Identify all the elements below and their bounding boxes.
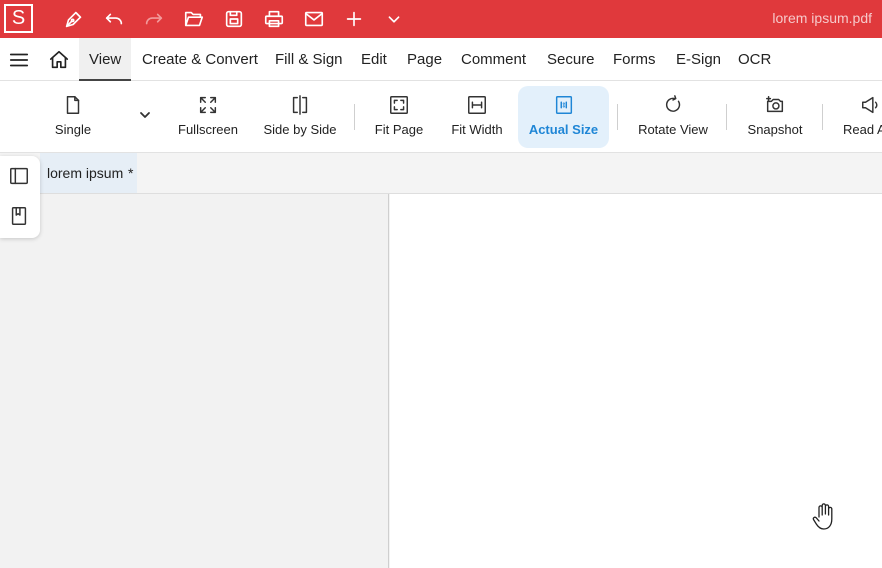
fullscreen-icon	[197, 94, 219, 116]
ribbon-separator	[617, 104, 618, 130]
open-folder-icon[interactable]	[181, 6, 207, 32]
read-aloud-button[interactable]: Read A	[838, 86, 882, 148]
rotate-icon	[662, 94, 684, 116]
menu-secure[interactable]: Secure	[547, 38, 595, 81]
mail-icon[interactable]	[301, 6, 327, 32]
document-tab[interactable]: lorem ipsum *	[40, 153, 137, 193]
menu-fill-sign[interactable]: Fill & Sign	[275, 38, 343, 81]
document-tab-label: lorem ipsum	[47, 165, 124, 181]
document-title: lorem ipsum.pdf	[772, 10, 872, 26]
title-bar: S lorem ipsum.pdf	[0, 0, 882, 38]
hamburger-menu-icon[interactable]	[8, 49, 30, 71]
ribbon-separator	[726, 104, 727, 130]
document-tab-strip: lorem ipsum *	[0, 153, 882, 194]
bookmark-icon[interactable]	[8, 205, 30, 227]
single-page-button[interactable]: Single	[44, 86, 102, 148]
plus-icon[interactable]	[341, 6, 367, 32]
side-panel-toolbar	[0, 156, 40, 238]
print-icon[interactable]	[261, 6, 287, 32]
app-logo[interactable]: S	[4, 4, 33, 33]
save-icon[interactable]	[221, 6, 247, 32]
left-navigation-pane	[0, 194, 389, 568]
fit-width-label: Fit Width	[451, 122, 503, 137]
megaphone-icon	[860, 94, 882, 116]
ribbon-separator	[822, 104, 823, 130]
menu-create-convert[interactable]: Create & Convert	[142, 38, 258, 81]
rotate-view-label: Rotate View	[638, 122, 708, 137]
side-by-side-button[interactable]: Side by Side	[262, 86, 338, 148]
snapshot-label: Snapshot	[747, 122, 803, 137]
undo-icon[interactable]	[101, 6, 127, 32]
pen-icon[interactable]	[61, 6, 87, 32]
rotate-view-button[interactable]: Rotate View	[634, 86, 712, 148]
camera-icon	[764, 94, 786, 116]
actual-size-button[interactable]: Actual Size	[518, 86, 609, 148]
snapshot-button[interactable]: Snapshot	[742, 86, 808, 148]
hand-cursor-icon	[810, 500, 840, 532]
fit-width-icon	[466, 94, 488, 116]
menu-ocr[interactable]: OCR	[738, 38, 771, 81]
document-viewer[interactable]	[390, 194, 882, 568]
redo-icon[interactable]	[141, 6, 167, 32]
fit-page-label: Fit Page	[374, 122, 424, 137]
side-by-side-label: Side by Side	[263, 122, 337, 137]
actual-size-label: Actual Size	[528, 122, 599, 137]
fullscreen-label: Fullscreen	[178, 122, 238, 137]
page-icon	[62, 94, 84, 116]
fullscreen-button[interactable]: Fullscreen	[172, 86, 244, 148]
pdf-editor-window: S lorem ipsum.pdf View Create & Convert …	[0, 0, 882, 568]
fit-page-button[interactable]: Fit Page	[368, 86, 430, 148]
menu-view[interactable]: View	[79, 38, 132, 81]
single-page-label: Single	[54, 122, 92, 137]
menu-bar: View Create & Convert Fill & Sign Edit P…	[0, 38, 882, 81]
panel-toggle-icon[interactable]	[8, 165, 30, 187]
menu-page[interactable]: Page	[407, 38, 442, 81]
read-aloud-label: Read A	[843, 122, 882, 137]
menu-e-sign[interactable]: E-Sign	[676, 38, 721, 81]
chevron-down-icon[interactable]	[381, 6, 407, 32]
menu-edit[interactable]: Edit	[361, 38, 387, 81]
actual-size-icon	[553, 94, 575, 116]
view-ribbon: Single Fullscreen Side by Side Fit Page	[0, 81, 882, 153]
side-by-side-icon	[289, 94, 311, 116]
home-icon[interactable]	[48, 49, 70, 71]
menu-forms[interactable]: Forms	[613, 38, 656, 81]
fit-page-icon	[388, 94, 410, 116]
ribbon-separator	[354, 104, 355, 130]
menu-comment[interactable]: Comment	[461, 38, 526, 81]
single-page-dropdown-icon[interactable]	[137, 107, 153, 123]
fit-width-button[interactable]: Fit Width	[446, 86, 508, 148]
unsaved-marker: *	[128, 165, 134, 181]
